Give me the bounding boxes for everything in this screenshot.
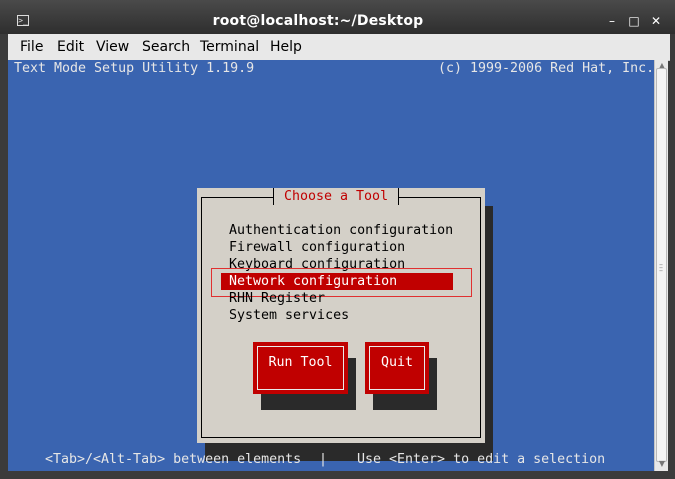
list-item-firewall[interactable]: Firewall configuration [229,239,461,256]
terminal-window: >_ root@localhost:~/Desktop – □ ✕ File E… [0,0,675,479]
list-item-rhn-register[interactable]: RHN Register [229,290,461,307]
close-icon[interactable]: ✕ [649,14,663,28]
run-tool-button-label: Run Tool [268,355,333,370]
run-tool-button[interactable]: Run Tool [253,342,348,394]
vertical-scrollbar[interactable]: ▲ – – – ▼ [654,60,668,471]
window-title: root@localhost:~/Desktop [212,13,424,29]
menu-help[interactable]: Help [270,39,302,55]
footer-separator: | [319,452,328,467]
list-item-system-services[interactable]: System services [229,307,461,324]
quit-button[interactable]: Quit [365,342,429,394]
menu-view[interactable]: View [96,39,129,55]
list-item-authentication[interactable]: Authentication configuration [229,222,461,239]
terminal-screen[interactable]: Text Mode Setup Utility 1.19.9 (c) 1999-… [8,60,654,471]
menu-search[interactable]: Search [142,39,190,55]
menu-terminal[interactable]: Terminal [200,39,259,55]
scroll-down-arrow-icon[interactable]: ▼ [657,459,667,469]
scrollbar-thumb[interactable]: – – – [656,68,667,462]
scrollbar-grip-icon: – – – [659,260,663,275]
footer-hint-tab: <Tab>/<Alt-Tab> between elements [45,452,302,467]
minimize-icon[interactable]: – [605,14,619,28]
quit-button-label: Quit [380,355,414,370]
maximize-icon[interactable]: □ [627,14,641,28]
utility-header-copyright: (c) 1999-2006 Red Hat, Inc. [438,61,654,76]
menu-file[interactable]: File [20,39,43,55]
title-bar[interactable]: >_ root@localhost:~/Desktop – □ ✕ [0,0,675,34]
dialog-title: Choose a Tool [273,188,400,205]
menu-edit[interactable]: Edit [57,39,84,55]
footer-hint-enter: Use <Enter> to edit a selection [357,452,606,467]
choose-tool-dialog: Choose a Tool Authentication configurati… [197,188,485,443]
utility-header-title: Text Mode Setup Utility 1.19.9 [14,61,255,76]
menu-bar: File Edit View Search Terminal Help [8,34,670,61]
list-item-network[interactable]: Network configuration [221,273,453,290]
